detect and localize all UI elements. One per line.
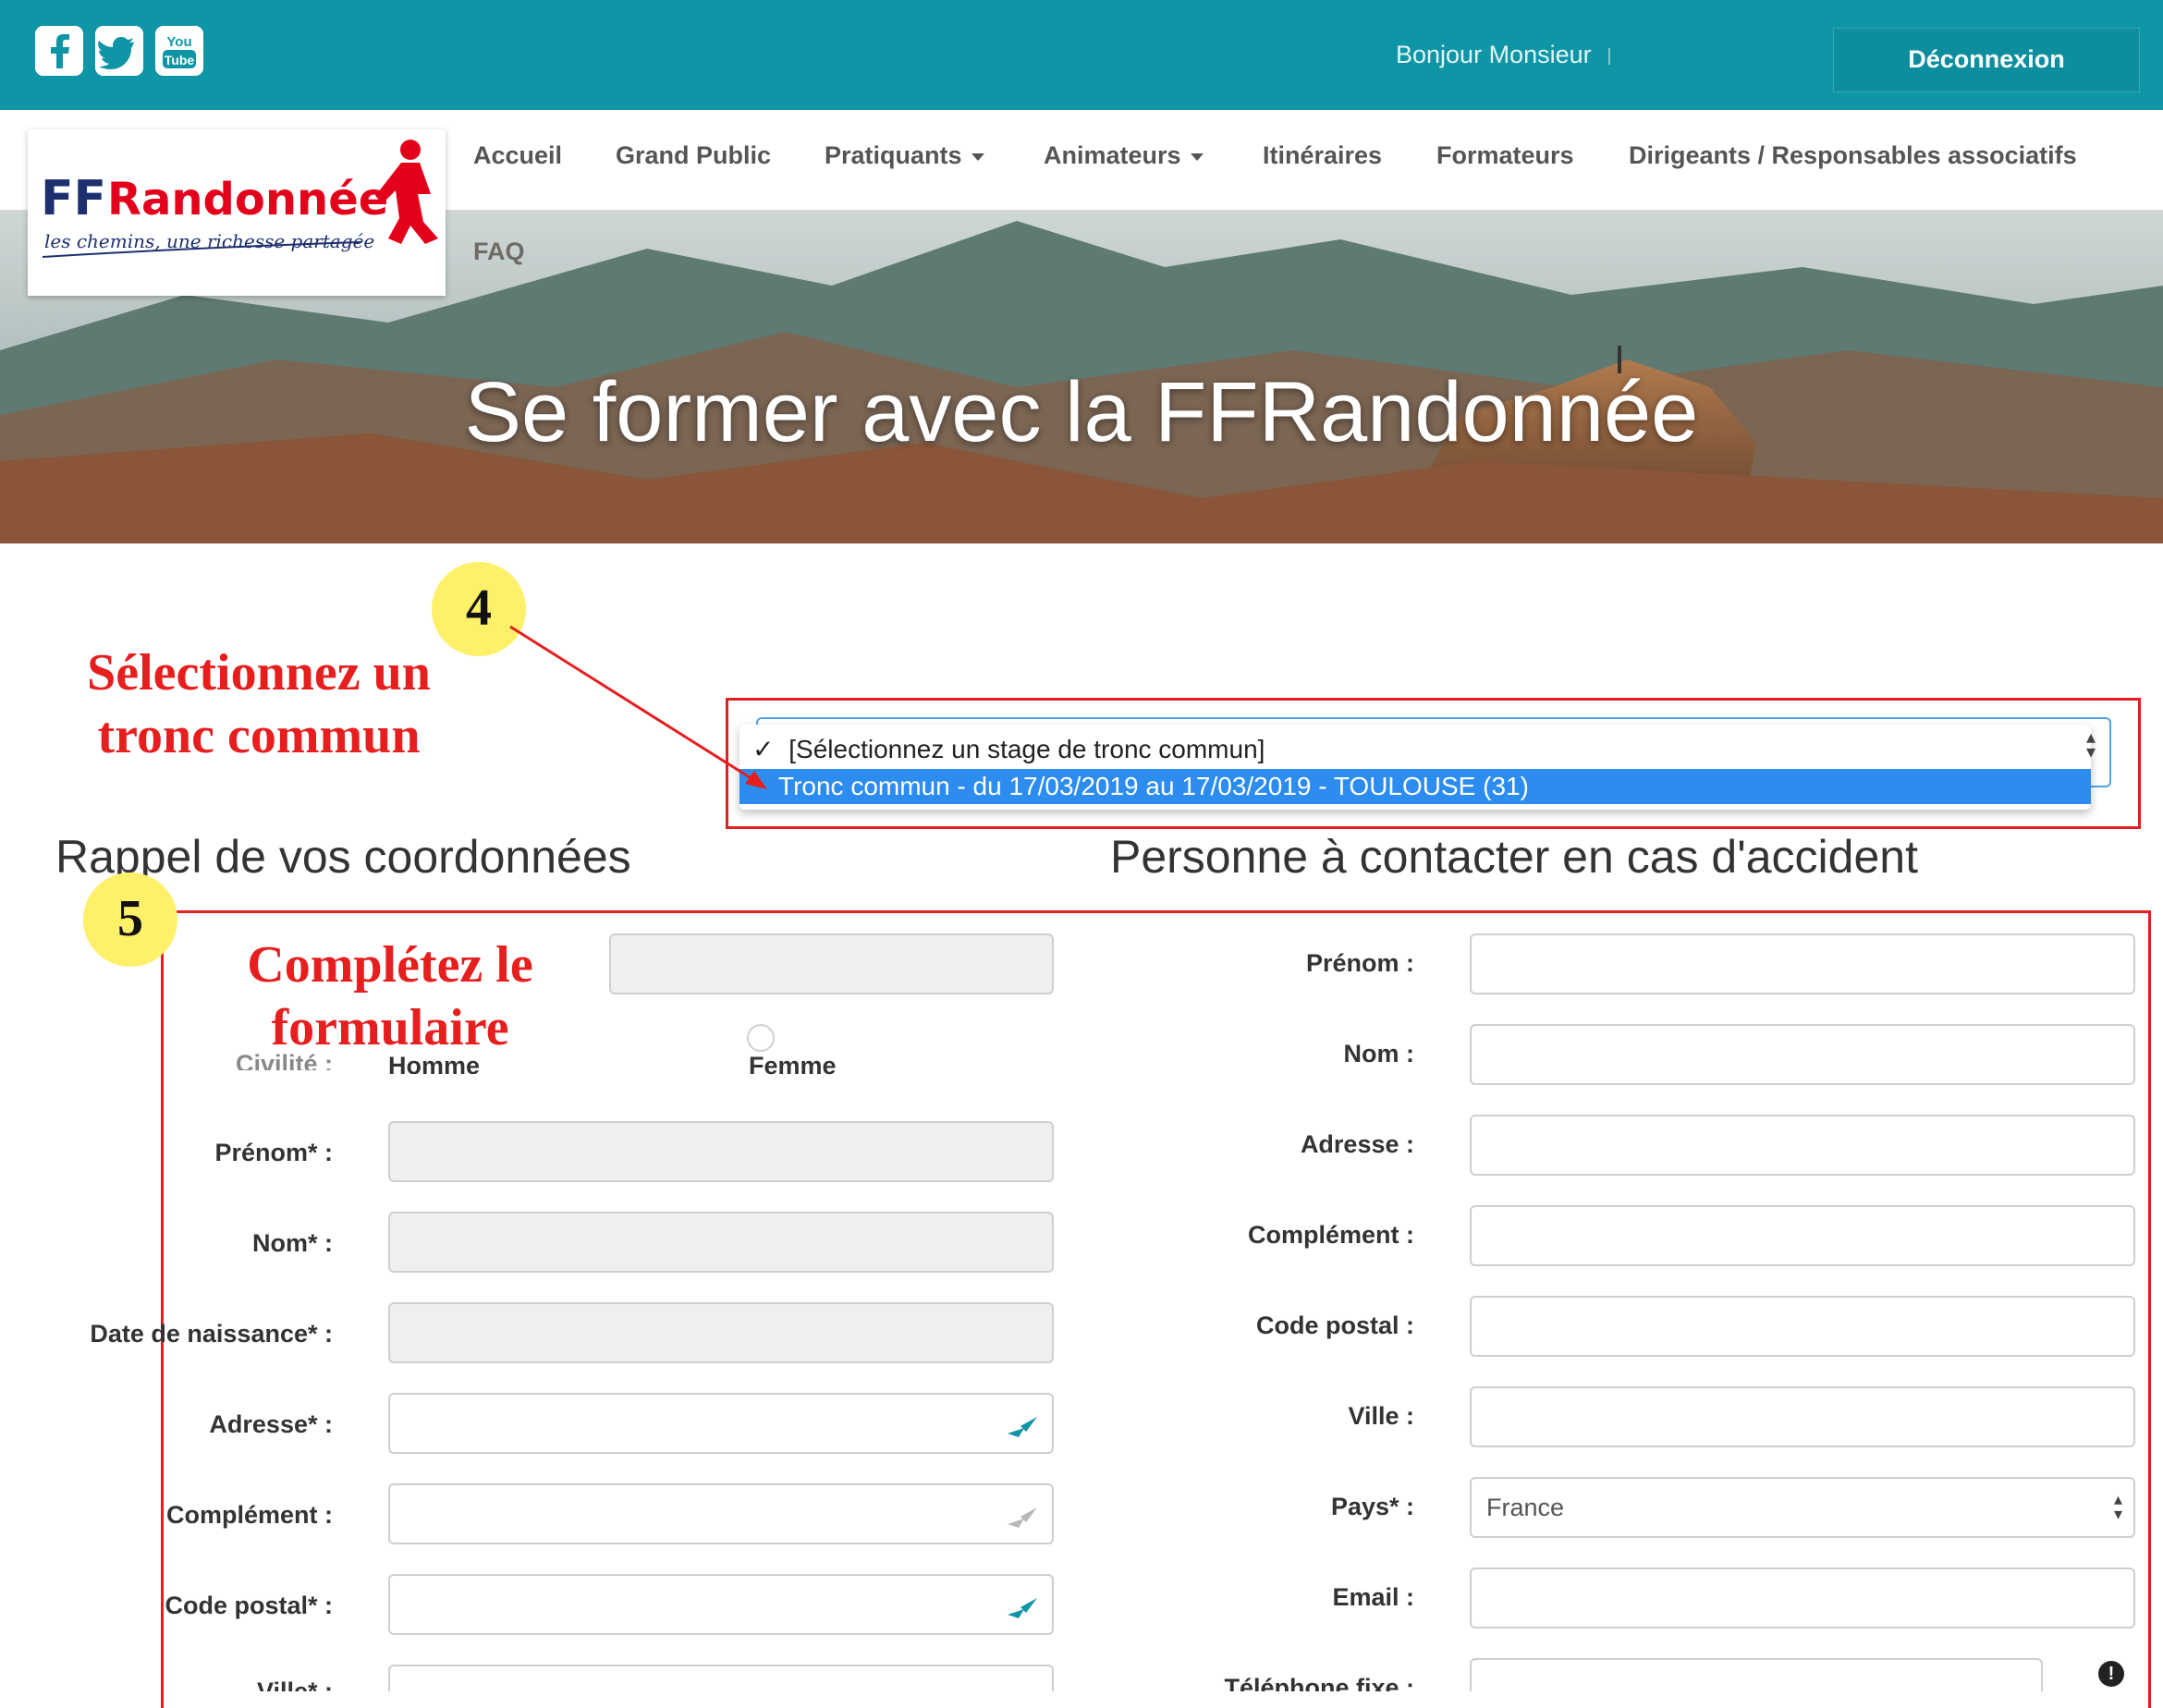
code-postal-label: Code postal* : bbox=[165, 1592, 333, 1619]
address-autocomplete-icon bbox=[1008, 1507, 1037, 1528]
contact-email-field[interactable] bbox=[1470, 1568, 2135, 1629]
step-5-line2: formulaire bbox=[271, 999, 509, 1056]
contact-ville-label: Ville : bbox=[1348, 1402, 1414, 1430]
adresse-field[interactable] bbox=[388, 1393, 1054, 1454]
contact-ville-field[interactable] bbox=[1470, 1386, 2135, 1447]
adresse-label: Adresse* : bbox=[209, 1410, 333, 1438]
contact-pays-value: France bbox=[1486, 1494, 1565, 1521]
select-arrows-icon: ▴ ▾ bbox=[2113, 1490, 2122, 1523]
contact-email-label: Email : bbox=[1332, 1583, 1414, 1611]
prenom-label: Prénom* : bbox=[214, 1139, 333, 1166]
contact-complement-field[interactable] bbox=[1470, 1205, 2135, 1266]
contact-nom-label: Nom : bbox=[1343, 1040, 1415, 1068]
address-autocomplete-icon bbox=[1008, 1598, 1037, 1618]
warning-icon: ! bbox=[2098, 1661, 2124, 1687]
contact-adresse-label: Adresse : bbox=[1300, 1130, 1414, 1158]
date-naissance-label: Date de naissance* : bbox=[90, 1320, 333, 1348]
ville-field[interactable] bbox=[388, 1665, 1054, 1691]
femme-label[interactable]: Femme bbox=[749, 1052, 837, 1080]
contact-pays-select[interactable]: France ▴ ▾ bbox=[1470, 1477, 2135, 1538]
section-title-contact-accident: Personne à contacter en cas d'accident bbox=[1110, 831, 1918, 883]
date-naissance-field bbox=[388, 1302, 1054, 1363]
step-5-badge: 5 bbox=[83, 872, 177, 967]
contact-pays-label: Pays* : bbox=[1330, 1493, 1414, 1520]
step-5-instruction: Complétez le formulaire bbox=[205, 933, 575, 1059]
nom-field bbox=[388, 1212, 1054, 1273]
disabled-field-top bbox=[609, 933, 1054, 994]
prenom-field bbox=[388, 1121, 1054, 1182]
address-autocomplete-icon bbox=[1008, 1417, 1037, 1437]
contact-nom-field[interactable] bbox=[1470, 1024, 2135, 1085]
contact-code-postal-label: Code postal : bbox=[1255, 1312, 1414, 1339]
contact-adresse-field[interactable] bbox=[1470, 1115, 2135, 1176]
complement-label: Complément : bbox=[165, 1501, 333, 1529]
contact-code-postal-field[interactable] bbox=[1470, 1296, 2135, 1357]
step-5-line1: Complétez le bbox=[247, 936, 533, 994]
contact-telephone-field[interactable] bbox=[1470, 1658, 2043, 1691]
contact-complement-label: Complément : bbox=[1247, 1221, 1414, 1249]
complement-field[interactable] bbox=[388, 1483, 1054, 1544]
femme-radio[interactable] bbox=[747, 1024, 775, 1052]
nom-label: Nom* : bbox=[252, 1229, 333, 1257]
code-postal-field[interactable] bbox=[388, 1574, 1054, 1635]
contact-prenom-label: Prénom : bbox=[1305, 949, 1414, 977]
contact-telephone-label: Téléphone fixe : bbox=[1224, 1674, 1414, 1691]
contact-prenom-field[interactable] bbox=[1470, 933, 2135, 994]
ville-label: Ville* : bbox=[256, 1678, 333, 1691]
